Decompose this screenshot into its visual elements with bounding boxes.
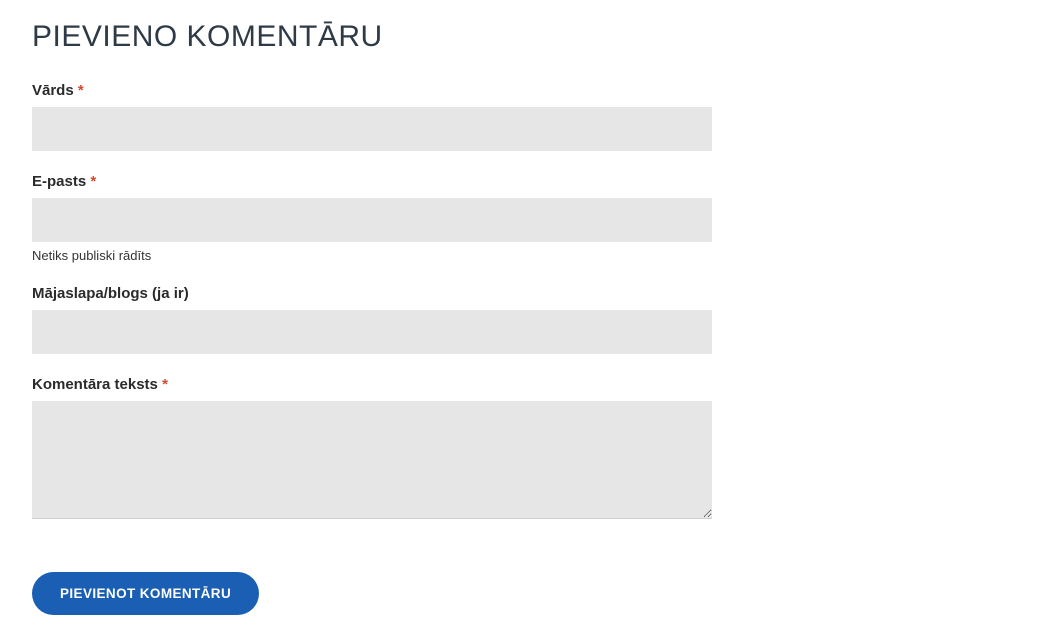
name-label-text: Vārds bbox=[32, 82, 74, 99]
comment-field: Komentāra teksts * bbox=[32, 376, 712, 524]
comment-textarea[interactable] bbox=[32, 401, 712, 519]
name-field: Vārds * bbox=[32, 82, 712, 151]
website-label-text: Mājaslapa/blogs (ja ir) bbox=[32, 285, 189, 302]
email-input[interactable] bbox=[32, 198, 712, 242]
submit-button[interactable]: PIEVIENOT KOMENTĀRU bbox=[32, 572, 259, 615]
name-label: Vārds * bbox=[32, 82, 712, 99]
email-label-text: E-pasts bbox=[32, 173, 86, 190]
name-input[interactable] bbox=[32, 107, 712, 151]
website-label: Mājaslapa/blogs (ja ir) bbox=[32, 285, 712, 302]
comment-label: Komentāra teksts * bbox=[32, 376, 712, 393]
email-field: E-pasts * Netiks publiski rādīts bbox=[32, 173, 712, 263]
email-label: E-pasts * bbox=[32, 173, 712, 190]
email-help-text: Netiks publiski rādīts bbox=[32, 248, 712, 263]
required-marker: * bbox=[90, 173, 96, 190]
website-input[interactable] bbox=[32, 310, 712, 354]
comment-label-text: Komentāra teksts bbox=[32, 376, 158, 393]
required-marker: * bbox=[78, 82, 84, 99]
required-marker: * bbox=[162, 376, 168, 393]
website-field: Mājaslapa/blogs (ja ir) bbox=[32, 285, 712, 354]
page-title: PIEVIENO KOMENTĀRU bbox=[32, 20, 712, 54]
comment-form: PIEVIENO KOMENTĀRU Vārds * E-pasts * Net… bbox=[32, 20, 712, 615]
